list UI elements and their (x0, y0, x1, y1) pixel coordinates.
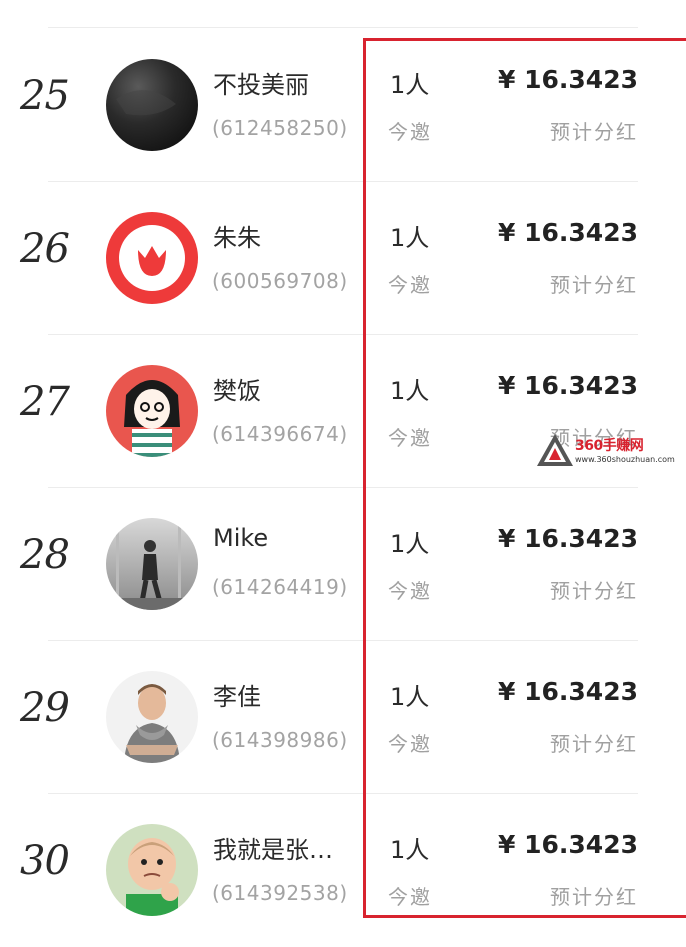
rank-number: 29 (20, 685, 70, 731)
rank-number: 26 (20, 226, 70, 272)
highlight-annotation-box (363, 38, 686, 918)
watermark-brand: 360手赚网 (575, 438, 644, 454)
divider (48, 27, 638, 28)
watermark: 360手赚网 www.360shouzhuan.com (535, 432, 685, 472)
user-id: (600569708) (212, 269, 348, 293)
avatar[interactable] (106, 518, 198, 610)
avatar[interactable] (106, 824, 198, 916)
user-id: (614396674) (212, 422, 348, 446)
rank-number: 25 (20, 73, 70, 119)
user-name: 不投美丽 (213, 71, 309, 99)
avatar[interactable] (106, 212, 198, 304)
avatar[interactable] (106, 365, 198, 457)
rank-number: 27 (20, 379, 70, 425)
watermark-url: www.360shouzhuan.com (575, 455, 675, 464)
user-id: (612458250) (212, 116, 348, 140)
rank-number: 30 (20, 838, 70, 884)
user-name: 我就是张… (213, 836, 333, 864)
rank-number: 28 (20, 532, 70, 578)
user-name: Mike (213, 524, 269, 552)
avatar[interactable] (106, 59, 198, 151)
user-name: 樊饭 (213, 377, 261, 405)
user-name: 朱朱 (213, 224, 261, 252)
triangle-logo-icon (537, 434, 573, 466)
user-id: (614398986) (212, 728, 348, 752)
avatar[interactable] (106, 671, 198, 763)
user-name: 李佳 (213, 683, 261, 711)
user-id: (614392538) (212, 881, 348, 905)
user-id: (614264419) (212, 575, 348, 599)
